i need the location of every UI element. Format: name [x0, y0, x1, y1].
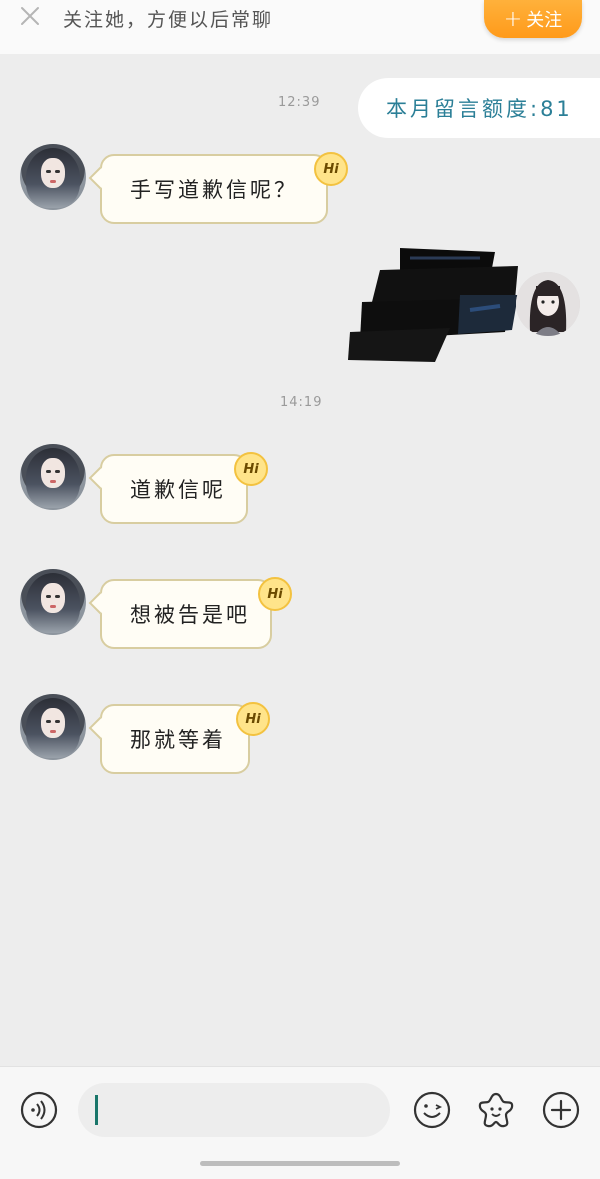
- sticker-icon[interactable]: [477, 1091, 515, 1129]
- follow-prompt-text: 关注她，方便以后常聊: [63, 9, 274, 31]
- plus-icon: +: [503, 6, 523, 32]
- quota-label: 本月留言额度:81: [386, 97, 573, 121]
- avatar-photo-icon: [516, 272, 580, 336]
- message-text: 那就等着: [130, 728, 226, 752]
- hi-badge-icon: Hi: [314, 152, 348, 186]
- contact-avatar[interactable]: [20, 569, 86, 635]
- message-bubble[interactable]: 那就等着: [100, 704, 250, 774]
- message-text: 手写道歉信呢？: [130, 178, 298, 202]
- contact-avatar[interactable]: [20, 444, 86, 510]
- hi-badge-icon: Hi: [236, 702, 270, 736]
- message-text: 想被告是吧: [130, 603, 250, 627]
- hi-badge-icon: Hi: [258, 577, 292, 611]
- follow-button-label: 关注: [526, 10, 563, 31]
- emoji-icon[interactable]: [413, 1091, 451, 1129]
- plus-icon[interactable]: [542, 1091, 580, 1129]
- top-follow-banner: 关注她，方便以后常聊 + 关注: [0, 0, 600, 54]
- message-quota-pill: 本月留言额度:81: [358, 78, 600, 138]
- voice-icon[interactable]: [20, 1091, 58, 1129]
- contact-avatar[interactable]: [20, 144, 86, 210]
- message-bubble[interactable]: 道歉信呢: [100, 454, 248, 524]
- hi-badge-icon: Hi: [234, 452, 268, 486]
- message-input[interactable]: [78, 1083, 390, 1137]
- contact-avatar[interactable]: [20, 694, 86, 760]
- text-caret: [95, 1095, 98, 1125]
- input-bar: [0, 1066, 600, 1179]
- my-avatar[interactable]: [516, 272, 580, 336]
- follow-button[interactable]: + 关注: [484, 0, 582, 38]
- timestamp: 12:39: [278, 95, 321, 110]
- home-indicator: [200, 1161, 400, 1166]
- message-bubble[interactable]: 想被告是吧: [100, 579, 272, 649]
- timestamp: 14:19: [280, 395, 323, 410]
- message-bubble[interactable]: 手写道歉信呢？: [100, 154, 328, 224]
- close-icon[interactable]: [18, 4, 42, 28]
- redacted-image-message[interactable]: [340, 240, 530, 370]
- message-text: 道歉信呢: [130, 478, 226, 502]
